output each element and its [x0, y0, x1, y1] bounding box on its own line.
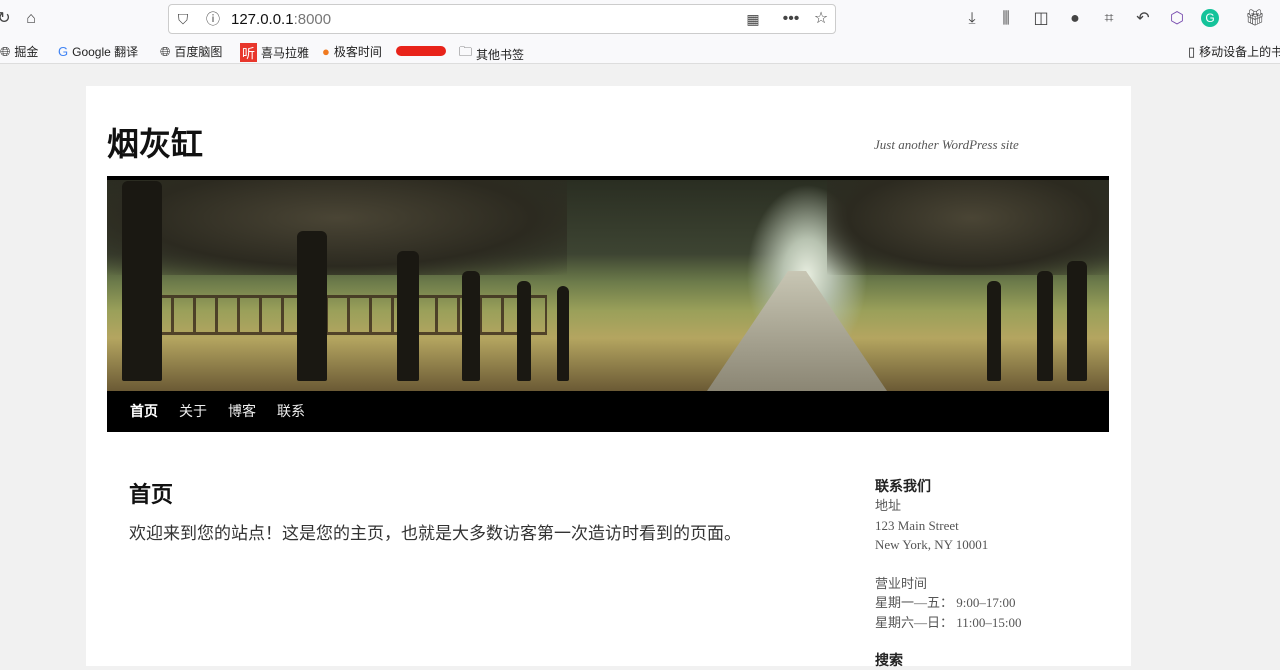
hours-label: 营业时间	[875, 575, 928, 591]
search-widget-heading: 搜索	[875, 652, 903, 668]
hours-weekday: 星期一—五： 9:00–17:00	[875, 595, 1016, 610]
home-icon[interactable]: ⌂	[21, 9, 41, 29]
download-icon[interactable]: ⤓	[962, 9, 982, 29]
gift-icon[interactable]: 🎁︎	[1245, 9, 1265, 29]
entry-content: 欢迎来到您的站点！这是您的主页，也就是大多数访客第一次造访时看到的页面。	[129, 524, 741, 543]
redacted-mark	[396, 46, 446, 56]
sidebar-icon[interactable]: ◫	[1031, 9, 1051, 29]
bookmark-other[interactable]: 🗀 其他书签	[459, 43, 524, 65]
widget-heading: 联系我们	[875, 478, 931, 494]
library-icon[interactable]: ⫼	[996, 9, 1016, 29]
star-icon[interactable]: ☆	[811, 9, 831, 29]
sidebar-contact-widget: 联系我们 地址 123 Main Street New York, NY 100…	[875, 476, 1022, 670]
hours-weekend: 星期六—日： 11:00–15:00	[875, 614, 1022, 630]
bookmarks-bar: 🌐︎ 掘金 G Google 翻译 🌐︎ 百度脑图 听喜马拉雅 ● 极客时间 🗀 其他书签…	[0, 38, 1280, 64]
crop-icon[interactable]: ⌗	[1099, 9, 1119, 29]
more-icon[interactable]: •••	[781, 9, 801, 29]
address-label: 地址	[875, 498, 902, 513]
mobile-icon: ▯	[1188, 43, 1196, 59]
grammarly-icon[interactable]: G	[1201, 9, 1219, 27]
page-container: 烟灰缸 Just another WordPress site 首页 关于 博客…	[86, 86, 1131, 668]
account-icon[interactable]: ●	[1065, 9, 1085, 29]
url-port: :8000	[293, 11, 332, 28]
geektime-icon: ●	[322, 44, 330, 59]
entry-title: 首页	[129, 482, 174, 507]
nav-about[interactable]: 关于	[179, 391, 207, 432]
url-host: 127.0.0.1	[231, 11, 294, 28]
browser-toolbar: ↻ ⌂ ⛉ ⓘ 127.0.0.1:8000 ▦ ••• ☆ ⤓ ⫼ ◫ ● ⌗…	[0, 0, 1280, 38]
site-tagline: Just another WordPress site	[874, 137, 1019, 152]
site-title[interactable]: 烟灰缸	[107, 119, 203, 165]
nav-contact[interactable]: 联系	[277, 391, 305, 432]
reload-icon[interactable]: ↻	[0, 9, 14, 29]
bookmark-ximalaya[interactable]: 听喜马拉雅	[240, 43, 309, 62]
address-line2: New York, NY 10001	[875, 537, 989, 552]
folder-icon: 🗀	[459, 44, 473, 59]
info-icon[interactable]: ⓘ	[203, 9, 223, 29]
url-bar[interactable]: ⛉ ⓘ 127.0.0.1:8000 ▦ ••• ☆	[168, 4, 836, 34]
shield-icon[interactable]: ⛉	[173, 9, 193, 29]
extension-cube-icon[interactable]: ⬡	[1167, 9, 1187, 29]
qr-code-icon[interactable]: ▦	[743, 9, 763, 29]
bookmark-baidu-naotu[interactable]: 🌐︎ 百度脑图	[160, 43, 222, 60]
bookmark-mobile[interactable]: ▯移动设备上的书签	[1188, 43, 1280, 60]
ximalaya-icon: 听	[240, 43, 258, 62]
google-translate-icon: G	[58, 44, 69, 59]
undo-icon[interactable]: ↶	[1133, 9, 1153, 29]
main-nav: 首页 关于 博客 联系	[107, 391, 1109, 432]
bookmark-google-translate[interactable]: G Google 翻译	[58, 43, 138, 60]
globe-icon: 🌐︎	[0, 43, 11, 59]
globe-icon: 🌐︎	[160, 43, 171, 59]
bookmark-juejin[interactable]: 🌐︎ 掘金	[0, 43, 38, 60]
address-line1: 123 Main Street	[875, 517, 959, 533]
nav-blog[interactable]: 博客	[228, 391, 256, 432]
nav-home[interactable]: 首页	[130, 391, 158, 432]
bookmark-geektime[interactable]: ● 极客时间	[322, 43, 382, 60]
header-image	[107, 176, 1109, 391]
